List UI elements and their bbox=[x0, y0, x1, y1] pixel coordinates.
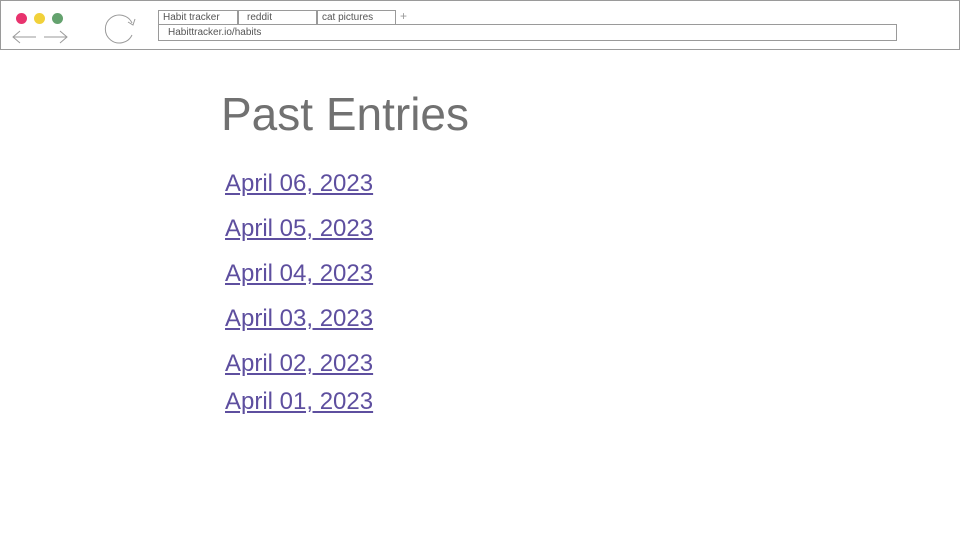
entry-link[interactable]: April 03, 2023 bbox=[225, 305, 373, 333]
window-minimize-button[interactable] bbox=[34, 13, 45, 24]
new-tab-button[interactable]: + bbox=[400, 9, 407, 23]
window-close-button[interactable] bbox=[16, 13, 27, 24]
back-arrow-icon[interactable] bbox=[11, 29, 37, 50]
entry-link[interactable]: April 02, 2023 bbox=[225, 350, 373, 378]
tab-cat-pictures[interactable]: cat pictures bbox=[317, 10, 396, 25]
address-bar[interactable]: Habittracker.io/habits bbox=[158, 24, 897, 41]
forward-arrow-icon[interactable] bbox=[43, 29, 69, 50]
tab-habit-tracker[interactable]: Habit tracker bbox=[158, 10, 238, 25]
page-title: Past Entries bbox=[221, 88, 469, 140]
window-maximize-button[interactable] bbox=[52, 13, 63, 24]
entry-link[interactable]: April 01, 2023 bbox=[225, 388, 373, 416]
entry-link[interactable]: April 04, 2023 bbox=[225, 260, 373, 288]
browser-chrome: Habit tracker reddit cat pictures + Habi… bbox=[0, 0, 960, 50]
reload-icon[interactable] bbox=[101, 12, 137, 51]
entry-link[interactable]: April 06, 2023 bbox=[225, 170, 373, 198]
entry-link[interactable]: April 05, 2023 bbox=[225, 215, 373, 243]
tab-reddit[interactable]: reddit bbox=[238, 10, 317, 25]
